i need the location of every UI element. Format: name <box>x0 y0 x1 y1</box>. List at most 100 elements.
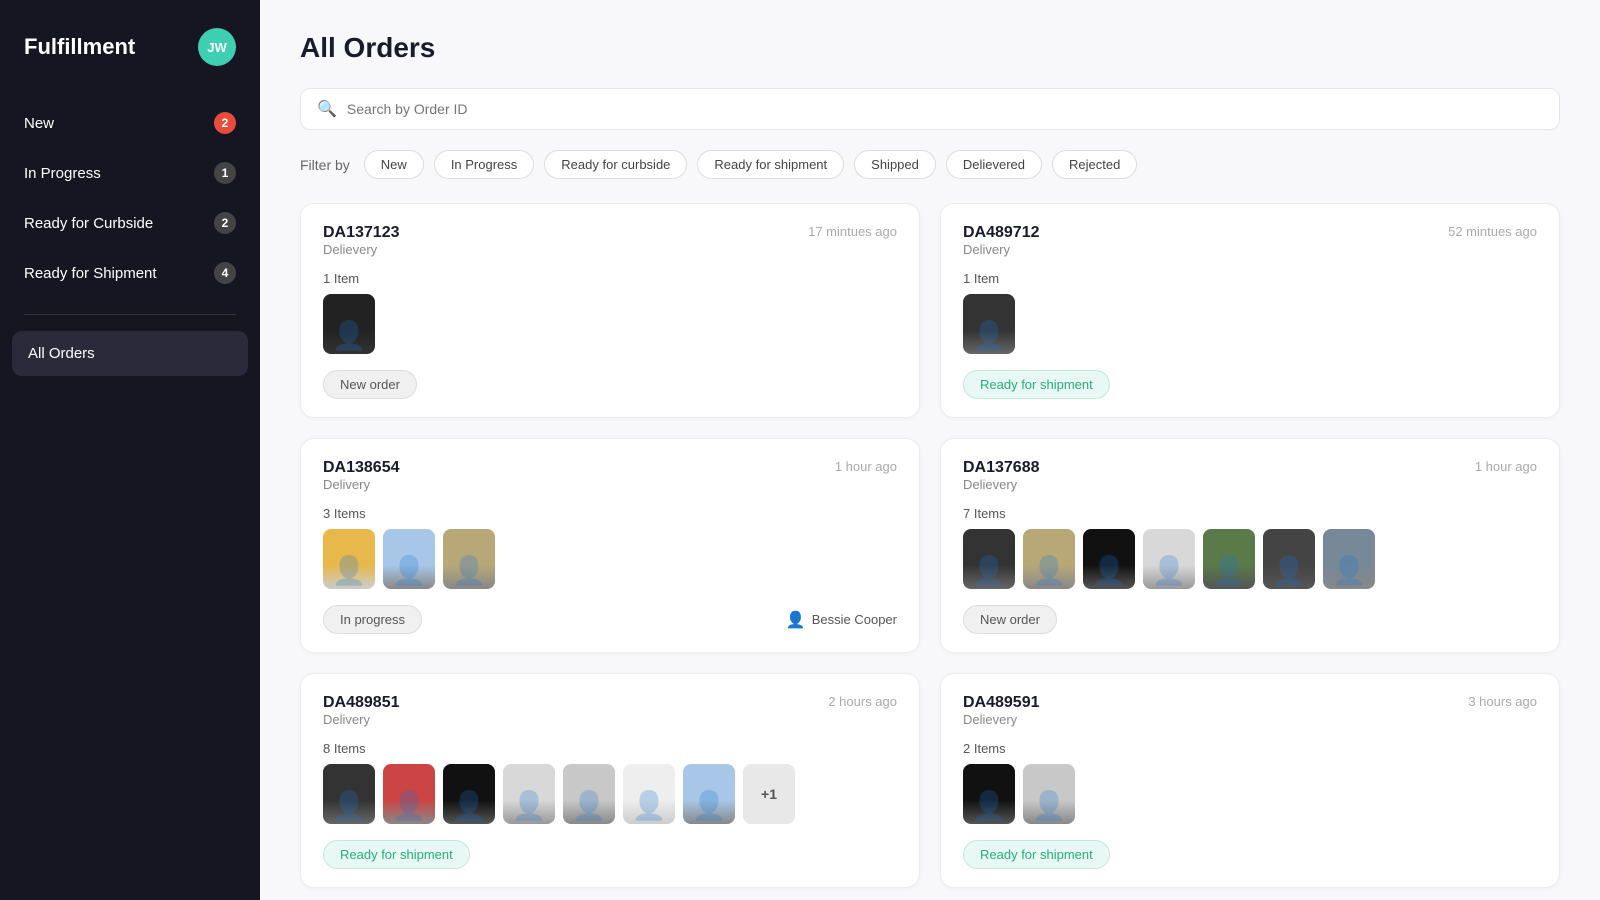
orders-grid: DA137123 Delievery 17 mintues ago 1 Item… <box>300 203 1560 888</box>
order-header: DA489712 Delivery 52 mintues ago <box>963 224 1537 267</box>
order-card-da138654[interactable]: DA138654 Delivery 1 hour ago 3 Items In … <box>300 438 920 653</box>
status-badge: In progress <box>323 605 422 634</box>
search-input[interactable] <box>347 101 1543 117</box>
items-row <box>323 294 897 354</box>
item-thumbnail <box>1263 529 1315 589</box>
order-type: Delievery <box>963 477 1040 492</box>
app-title: Fulfillment <box>24 34 135 60</box>
item-thumbnail <box>963 764 1015 824</box>
assignee: 👤 Bessie Cooper <box>786 610 897 630</box>
items-row <box>963 764 1537 824</box>
order-footer: New order <box>963 605 1537 634</box>
order-card-da489591[interactable]: DA489591 Delievery 3 hours ago 2 Items R… <box>940 673 1560 888</box>
sidebar-item-all-orders[interactable]: All Orders <box>12 331 248 376</box>
sidebar: Fulfillment JW New 2 In Progress 1 Ready… <box>0 0 260 900</box>
order-header: DA137688 Delievery 1 hour ago <box>963 459 1537 502</box>
search-icon: 🔍 <box>317 99 337 119</box>
order-type: Delivery <box>323 477 400 492</box>
filter-label: Filter by <box>300 157 350 173</box>
items-count: 1 Item <box>963 271 1537 286</box>
item-thumbnail <box>1203 529 1255 589</box>
order-id: DA489851 <box>323 694 400 712</box>
sidebar-item-in-progress-label: In Progress <box>24 165 101 182</box>
sidebar-item-ready-curbside-badge: 2 <box>214 212 236 234</box>
order-time: 2 hours ago <box>828 694 897 709</box>
order-header: DA489591 Delievery 3 hours ago <box>963 694 1537 737</box>
sidebar-item-new-label: New <box>24 115 54 132</box>
items-row: +1 <box>323 764 897 824</box>
item-thumbnail <box>683 764 735 824</box>
order-time: 1 hour ago <box>835 459 897 474</box>
order-header: DA137123 Delievery 17 mintues ago <box>323 224 897 267</box>
items-row <box>963 529 1537 589</box>
filter-delivered[interactable]: Delievered <box>946 150 1042 179</box>
order-footer: Ready for shipment <box>963 840 1537 869</box>
item-thumbnail <box>963 529 1015 589</box>
sidebar-item-ready-shipment-label: Ready for Shipment <box>24 265 157 282</box>
status-badge: New order <box>323 370 417 399</box>
sidebar-item-ready-curbside[interactable]: Ready for Curbside 2 <box>0 198 260 248</box>
status-badge: Ready for shipment <box>323 840 470 869</box>
filter-ready-shipment[interactable]: Ready for shipment <box>697 150 844 179</box>
order-id: DA489712 <box>963 224 1040 242</box>
item-thumbnail <box>1023 764 1075 824</box>
sidebar-item-in-progress[interactable]: In Progress 1 <box>0 148 260 198</box>
sidebar-item-ready-shipment[interactable]: Ready for Shipment 4 <box>0 248 260 298</box>
sidebar-item-new-badge: 2 <box>214 112 236 134</box>
item-thumbnail <box>323 294 375 354</box>
items-count: 7 Items <box>963 506 1537 521</box>
items-count: 3 Items <box>323 506 897 521</box>
filter-bar: Filter by New In Progress Ready for curb… <box>300 150 1560 179</box>
items-row <box>963 294 1537 354</box>
avatar[interactable]: JW <box>198 28 236 66</box>
order-id: DA137688 <box>963 459 1040 477</box>
status-badge: Ready for shipment <box>963 370 1110 399</box>
order-footer: In progress 👤 Bessie Cooper <box>323 605 897 634</box>
order-type: Delivery <box>963 242 1040 257</box>
filter-ready-curbside[interactable]: Ready for curbside <box>544 150 687 179</box>
assignee-name: Bessie Cooper <box>812 612 897 627</box>
item-thumbnail <box>503 764 555 824</box>
order-type: Delivery <box>323 712 400 727</box>
filter-rejected[interactable]: Rejected <box>1052 150 1137 179</box>
status-badge: New order <box>963 605 1057 634</box>
order-type: Delievery <box>963 712 1040 727</box>
order-card-da489851[interactable]: DA489851 Delivery 2 hours ago 8 Items +1… <box>300 673 920 888</box>
filter-shipped[interactable]: Shipped <box>854 150 936 179</box>
sidebar-item-in-progress-badge: 1 <box>214 162 236 184</box>
item-thumbnail <box>1083 529 1135 589</box>
nav-divider <box>24 314 236 315</box>
sidebar-header: Fulfillment JW <box>0 0 260 90</box>
items-row <box>323 529 897 589</box>
assignee-icon: 👤 <box>786 610 806 630</box>
order-time: 17 mintues ago <box>808 224 897 239</box>
page-title: All Orders <box>300 32 1560 64</box>
sidebar-item-ready-shipment-badge: 4 <box>214 262 236 284</box>
status-badge: Ready for shipment <box>963 840 1110 869</box>
order-id: DA138654 <box>323 459 400 477</box>
order-card-da489712[interactable]: DA489712 Delivery 52 mintues ago 1 Item … <box>940 203 1560 418</box>
order-footer: Ready for shipment <box>963 370 1537 399</box>
order-time: 52 mintues ago <box>1448 224 1537 239</box>
order-time: 3 hours ago <box>1468 694 1537 709</box>
item-thumbnail <box>443 764 495 824</box>
item-thumbnail <box>1023 529 1075 589</box>
items-count: 2 Items <box>963 741 1537 756</box>
order-header: DA138654 Delivery 1 hour ago <box>323 459 897 502</box>
filter-new[interactable]: New <box>364 150 424 179</box>
nav-items: New 2 In Progress 1 Ready for Curbside 2… <box>0 90 260 900</box>
item-thumbnail <box>963 294 1015 354</box>
order-card-da137688[interactable]: DA137688 Delievery 1 hour ago 7 Items Ne… <box>940 438 1560 653</box>
sidebar-item-new[interactable]: New 2 <box>0 98 260 148</box>
item-thumbnail <box>1143 529 1195 589</box>
order-footer: Ready for shipment <box>323 840 897 869</box>
items-count: 8 Items <box>323 741 897 756</box>
order-time: 1 hour ago <box>1475 459 1537 474</box>
filter-in-progress[interactable]: In Progress <box>434 150 534 179</box>
item-thumbnail <box>383 764 435 824</box>
item-thumbnail <box>443 529 495 589</box>
order-card-da137123[interactable]: DA137123 Delievery 17 mintues ago 1 Item… <box>300 203 920 418</box>
order-type: Delievery <box>323 242 400 257</box>
item-thumbnail <box>623 764 675 824</box>
main-content: All Orders 🔍 Filter by New In Progress R… <box>260 0 1600 900</box>
